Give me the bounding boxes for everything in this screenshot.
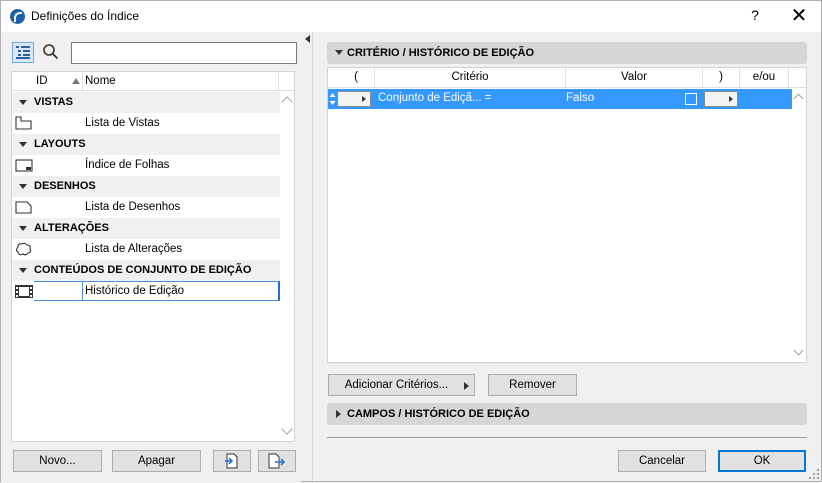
scroll-up-icon[interactable] bbox=[793, 93, 804, 104]
column-id-header[interactable]: ID bbox=[36, 75, 48, 87]
value-checkbox[interactable] bbox=[685, 93, 697, 105]
group-alteracoes[interactable]: ALTERAÇÕES bbox=[12, 218, 280, 239]
view-list-icon bbox=[15, 116, 32, 130]
expand-triangle-icon[interactable] bbox=[335, 50, 343, 55]
id-cell[interactable] bbox=[34, 281, 82, 301]
delete-button[interactable]: Apagar bbox=[112, 450, 201, 472]
value-cell[interactable]: Falso bbox=[566, 92, 594, 104]
window-title: Definições do Índice bbox=[31, 9, 140, 23]
group-label: DESENHOS bbox=[34, 180, 96, 192]
list-item-issue-history[interactable]: Histórico de Edição bbox=[12, 281, 280, 302]
item-label: Lista de Vistas bbox=[85, 117, 160, 129]
tree-header: ID Nome bbox=[12, 72, 294, 91]
scroll-down-icon[interactable] bbox=[793, 345, 804, 356]
collapse-panel-icon[interactable] bbox=[305, 35, 310, 43]
scroll-up-icon[interactable] bbox=[281, 96, 293, 108]
drawing-list-icon bbox=[15, 201, 32, 214]
criteria-grid: ( Critério Valor ) e/ou Conjunto de Ediç… bbox=[327, 67, 807, 363]
search-input[interactable] bbox=[71, 42, 297, 64]
column-divider bbox=[788, 68, 789, 88]
row-drag-handle-icon[interactable] bbox=[329, 92, 336, 106]
resize-grip-icon[interactable] bbox=[809, 469, 819, 479]
column-divider bbox=[278, 72, 279, 90]
group-label: CONTEÚDOS DE CONJUNTO DE EDIÇÃO bbox=[34, 264, 252, 276]
column-name-header[interactable]: Nome bbox=[85, 75, 116, 87]
group-vistas[interactable]: VISTAS bbox=[12, 92, 280, 113]
item-label: Índice de Folhas bbox=[85, 159, 170, 171]
tree-scrollbar[interactable] bbox=[280, 91, 294, 441]
change-cloud-icon bbox=[15, 242, 32, 256]
archicad-app-icon bbox=[10, 9, 25, 24]
group-label: VISTAS bbox=[34, 96, 73, 108]
column-and-or-header: e/ou bbox=[752, 71, 776, 83]
list-item-sheet-index[interactable]: Índice de Folhas bbox=[12, 155, 280, 176]
grid-header: ( Critério Valor ) e/ou bbox=[328, 68, 806, 88]
remove-button[interactable]: Remover bbox=[488, 374, 577, 396]
import-icon bbox=[225, 453, 238, 469]
tree-view-toggle-button[interactable] bbox=[12, 42, 34, 63]
new-button[interactable]: Novo... bbox=[13, 450, 102, 472]
layout-sheet-icon bbox=[15, 159, 33, 172]
expand-triangle-icon[interactable] bbox=[19, 184, 27, 189]
section-title: CRITÉRIO / HISTÓRICO DE EDIÇÃO bbox=[347, 47, 535, 59]
close-paren-dropdown[interactable] bbox=[704, 91, 738, 107]
sort-ascending-icon bbox=[72, 78, 80, 84]
grid-scrollbar[interactable] bbox=[792, 89, 806, 361]
issue-film-icon bbox=[15, 285, 33, 298]
list-item-drawing-list[interactable]: Lista de Desenhos bbox=[12, 197, 280, 218]
expand-triangle-icon[interactable] bbox=[19, 226, 27, 231]
open-paren-dropdown[interactable] bbox=[337, 91, 371, 107]
column-value-header: Valor bbox=[621, 71, 647, 83]
index-list-panel: ID Nome VISTAS Lista de Vistas LAYOUTS Í… bbox=[1, 32, 301, 483]
dropdown-arrow-icon bbox=[729, 96, 733, 102]
group-label: LAYOUTS bbox=[34, 138, 86, 150]
expand-triangle-icon[interactable] bbox=[19, 268, 27, 273]
group-issue-set-contents[interactable]: CONTEÚDOS DE CONJUNTO DE EDIÇÃO bbox=[12, 260, 280, 281]
ok-button[interactable]: OK bbox=[718, 450, 806, 472]
panel-divider bbox=[312, 32, 313, 483]
import-button[interactable] bbox=[213, 450, 251, 472]
list-item-view-list[interactable]: Lista de Vistas bbox=[12, 113, 280, 134]
dropdown-arrow-icon bbox=[362, 96, 366, 102]
dropdown-arrow-icon bbox=[464, 382, 469, 390]
index-tree: ID Nome VISTAS Lista de Vistas LAYOUTS Í… bbox=[11, 71, 295, 442]
title-bar: Definições do Índice ? ✕ bbox=[1, 1, 821, 32]
group-label: ALTERAÇÕES bbox=[34, 222, 109, 234]
cancel-button[interactable]: Cancelar bbox=[618, 450, 706, 472]
add-criteria-button[interactable]: Adicionar Critérios... bbox=[328, 374, 475, 396]
expand-triangle-icon[interactable] bbox=[19, 100, 27, 105]
list-item-change-list[interactable]: Lista de Alterações bbox=[12, 239, 280, 260]
criterion-cell[interactable]: Conjunto de Ediçã... = bbox=[378, 92, 491, 104]
column-divider bbox=[82, 72, 83, 90]
expand-triangle-icon[interactable] bbox=[336, 410, 341, 418]
group-layouts[interactable]: LAYOUTS bbox=[12, 134, 280, 155]
footer-divider bbox=[327, 437, 807, 438]
column-close-paren-header: ) bbox=[719, 71, 723, 83]
add-criteria-label: Adicionar Critérios... bbox=[344, 379, 449, 391]
criteria-row[interactable]: Conjunto de Ediçã... = Falso bbox=[328, 89, 792, 109]
item-label: Lista de Alterações bbox=[85, 243, 183, 255]
export-icon bbox=[268, 453, 286, 469]
fields-section-header[interactable]: CAMPOS / HISTÓRICO DE EDIÇÃO bbox=[327, 403, 807, 425]
column-open-paren-header: ( bbox=[354, 71, 358, 83]
criteria-section-header[interactable]: CRITÉRIO / HISTÓRICO DE EDIÇÃO bbox=[327, 42, 807, 64]
item-label: Lista de Desenhos bbox=[85, 201, 181, 213]
item-label: Histórico de Edição bbox=[85, 285, 185, 297]
help-button[interactable]: ? bbox=[745, 7, 765, 25]
group-desenhos[interactable]: DESENHOS bbox=[12, 176, 280, 197]
dialog-window: Definições do Índice ? ✕ ID Nome VISTAS … bbox=[0, 0, 822, 483]
scroll-down-icon[interactable] bbox=[281, 423, 293, 435]
section-title: CAMPOS / HISTÓRICO DE EDIÇÃO bbox=[347, 408, 530, 420]
close-button[interactable]: ✕ bbox=[787, 5, 811, 27]
search-icon[interactable] bbox=[42, 43, 60, 61]
tree-list-icon bbox=[16, 46, 30, 59]
column-criterion-header: Critério bbox=[451, 71, 489, 83]
expand-triangle-icon[interactable] bbox=[19, 142, 27, 147]
export-button[interactable] bbox=[258, 450, 296, 472]
